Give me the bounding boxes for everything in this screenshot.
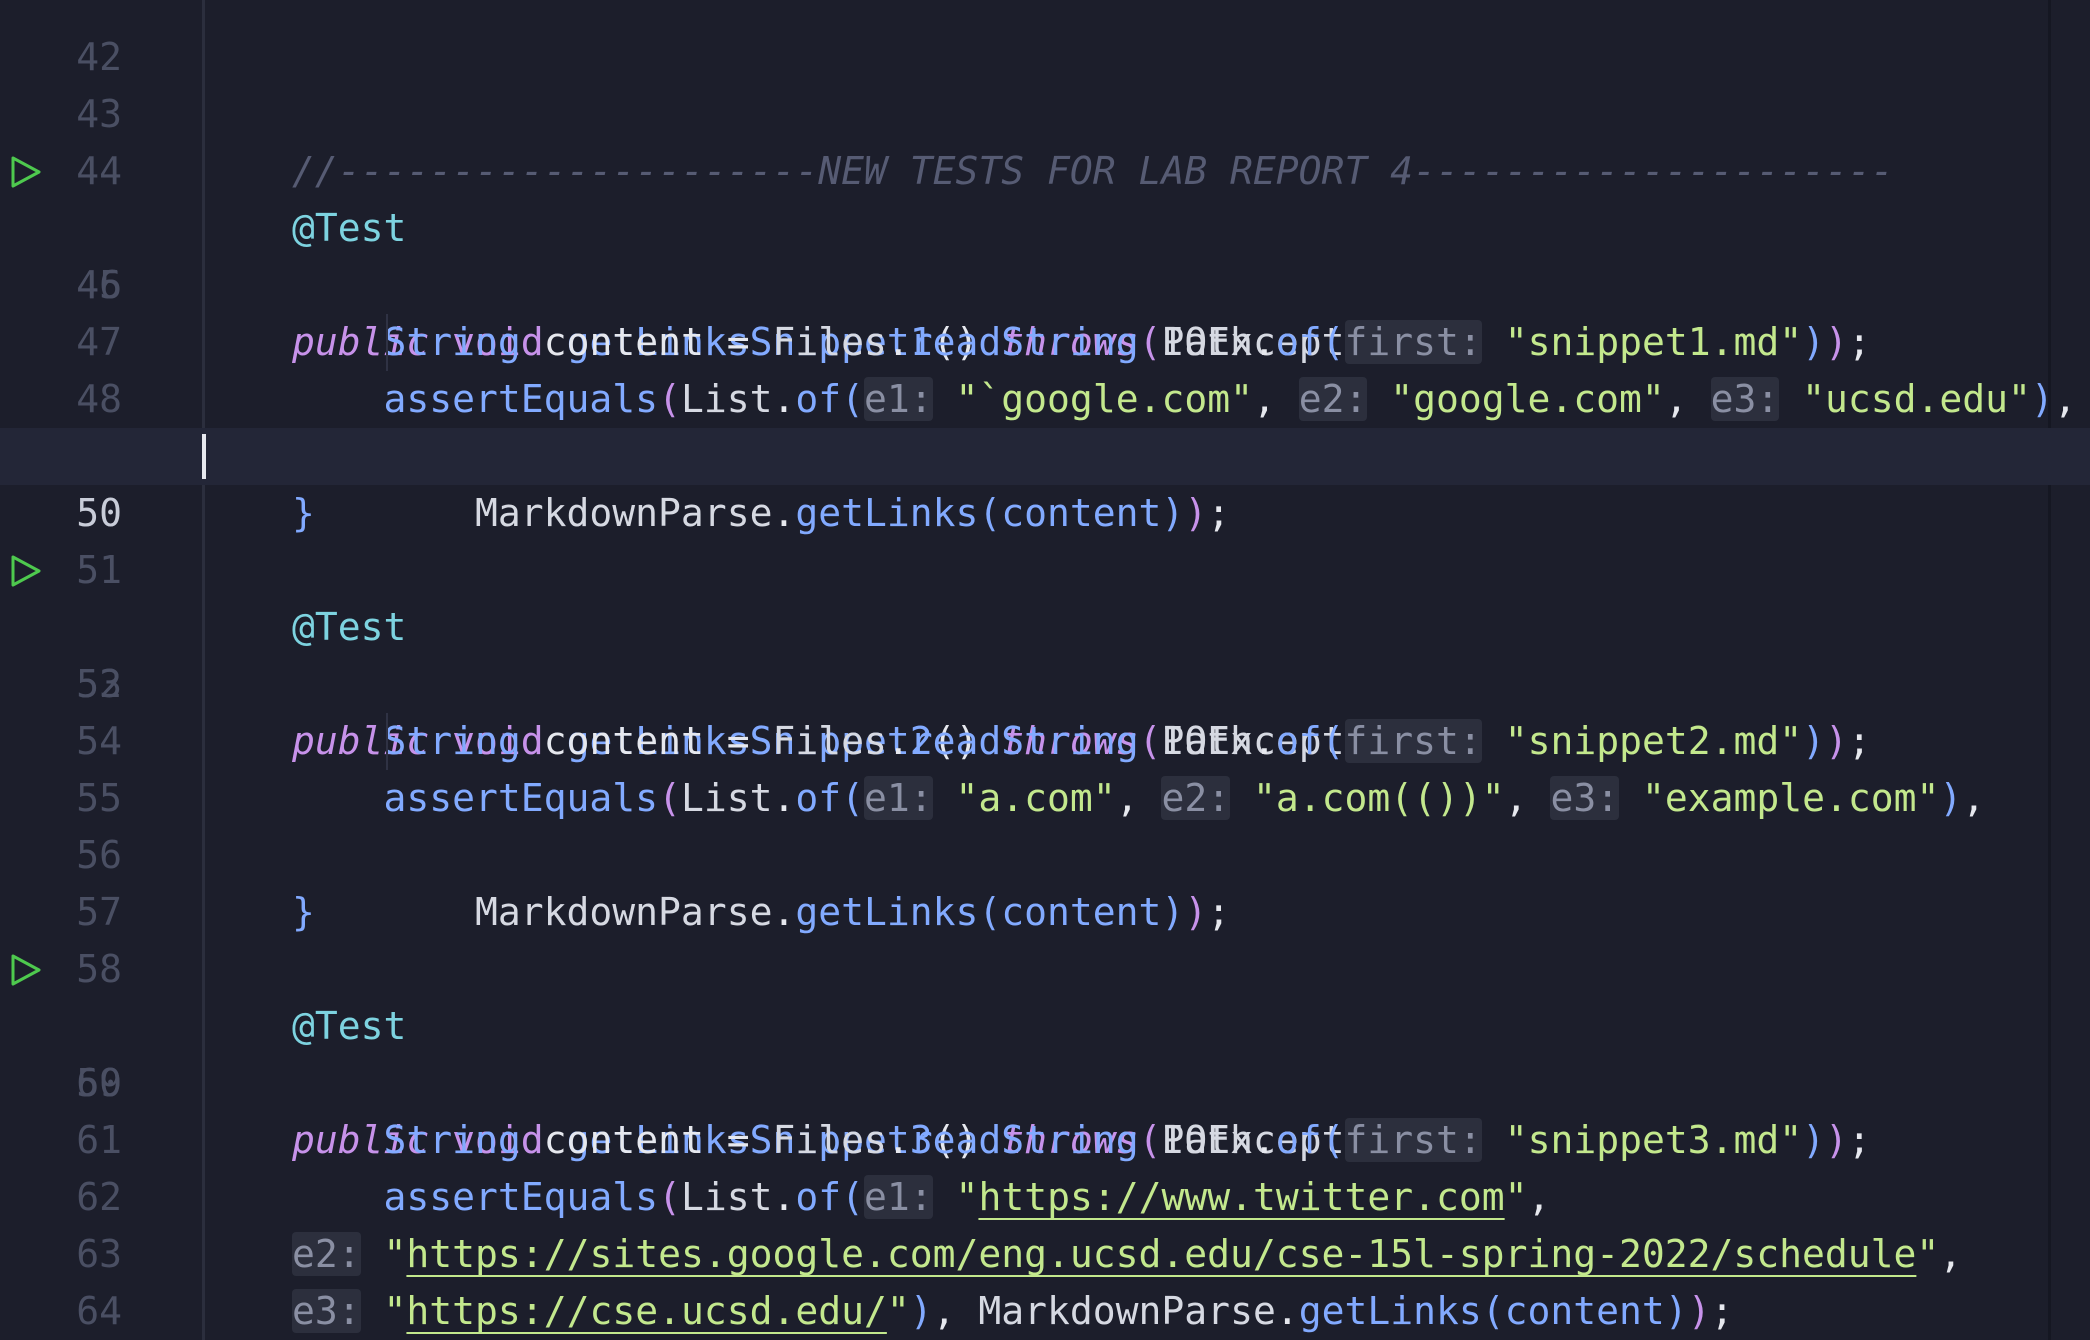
code-line[interactable]: 48 MarkdownParse.getLinks(content)); bbox=[0, 314, 2090, 535]
code-line[interactable]: 51 @Test bbox=[0, 485, 2090, 649]
run-test-icon[interactable] bbox=[8, 953, 42, 987]
code-line[interactable]: 42 bbox=[0, 0, 2090, 79]
code-line[interactable]: 45 public void getLinksSnippet1() throws… bbox=[0, 143, 2090, 364]
code-editor[interactable]: 42 43 //---------------------NEW TESTS F… bbox=[0, 0, 2090, 1340]
code-line[interactable]: 60 String content = Files.readString(Pat… bbox=[0, 998, 2090, 1162]
code-line[interactable]: 56 } bbox=[0, 770, 2090, 934]
run-test-icon[interactable] bbox=[8, 155, 42, 189]
code-line[interactable]: 61 assertEquals(List.of(e1: "https://www… bbox=[0, 1055, 2090, 1219]
run-test-icon[interactable] bbox=[8, 554, 42, 588]
code-line[interactable]: 64 } bbox=[0, 1226, 2090, 1333]
code-line[interactable]: 46 String content = Files.readString(Pat… bbox=[0, 200, 2090, 364]
code-line[interactable]: 62 e2: "https://sites.google.com/eng.ucs… bbox=[0, 1112, 2090, 1276]
code-line[interactable]: 58 @Test bbox=[0, 884, 2090, 1048]
code-line[interactable]: 49 } bbox=[0, 371, 2090, 535]
code-line[interactable]: 59 public void getLinksSnippet3() throws… bbox=[0, 941, 2090, 1162]
code-line[interactable]: 57 bbox=[0, 827, 2090, 934]
code-line[interactable]: 44 @Test bbox=[0, 86, 2090, 250]
code-line[interactable]: 55 MarkdownParse.getLinks(content)); bbox=[0, 713, 2090, 934]
code-line[interactable]: 63 e3: "https://cse.ucsd.edu/"), Markdow… bbox=[0, 1169, 2090, 1333]
text-cursor bbox=[202, 434, 206, 479]
indent-guide bbox=[386, 314, 388, 371]
current-line[interactable]: 50 bbox=[0, 428, 2090, 535]
code-line[interactable]: 53 String content = Files.readString(Pat… bbox=[0, 599, 2090, 763]
code-line[interactable]: 47 assertEquals(List.of(e1: "`google.com… bbox=[0, 257, 2090, 421]
code-line[interactable]: 52 public void getLinksSnippet2() throws… bbox=[0, 542, 2090, 763]
indent-guide bbox=[386, 713, 388, 770]
code-line[interactable]: 43 //---------------------NEW TESTS FOR … bbox=[0, 29, 2090, 193]
code-line[interactable]: 54 assertEquals(List.of(e1: "a.com", e2:… bbox=[0, 656, 2090, 820]
code-area[interactable]: 42 43 //---------------------NEW TESTS F… bbox=[0, 0, 2090, 1340]
code-line[interactable]: 65 bbox=[0, 1283, 2090, 1340]
